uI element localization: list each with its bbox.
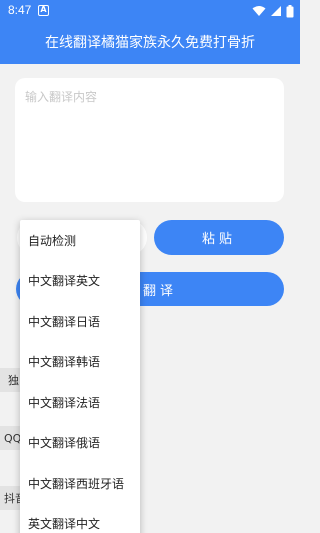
dropdown-option[interactable]: 中文翻译西班牙语 <box>20 463 140 504</box>
wifi-icon <box>252 6 266 16</box>
app-header: 在线翻译橘猫家族永久免费打骨折 <box>0 22 300 64</box>
dropdown-option[interactable]: 中文翻译韩语 <box>20 342 140 383</box>
translate-button-label: 翻译 <box>142 283 177 299</box>
system-icons <box>252 4 294 18</box>
status-time: 8:47 <box>8 3 32 17</box>
language-dropdown-menu: 自动检测 中文翻译英文 中文翻译日语 中文翻译韩语 中文翻译法语 中文翻译俄语 … <box>20 220 140 533</box>
dropdown-option[interactable]: 中文翻译日语 <box>20 301 140 342</box>
notification-a-icon: A <box>38 5 49 16</box>
dropdown-option[interactable]: 中文翻译俄语 <box>20 423 140 464</box>
dropdown-option[interactable]: 自动检测 <box>20 220 140 261</box>
signal-icon <box>271 6 281 16</box>
page-title: 在线翻译橘猫家族永久免费打骨折 <box>45 35 255 51</box>
dropdown-option[interactable]: 英文翻译中文 <box>20 504 140 533</box>
dropdown-option[interactable]: 中文翻译英文 <box>20 261 140 302</box>
status-bar: 8:47 A <box>0 0 300 22</box>
input-card <box>15 78 284 202</box>
dropdown-option[interactable]: 中文翻译法语 <box>20 382 140 423</box>
battery-icon <box>286 4 294 17</box>
paste-button[interactable]: 粘贴 <box>154 220 284 255</box>
translate-input[interactable] <box>15 78 284 202</box>
